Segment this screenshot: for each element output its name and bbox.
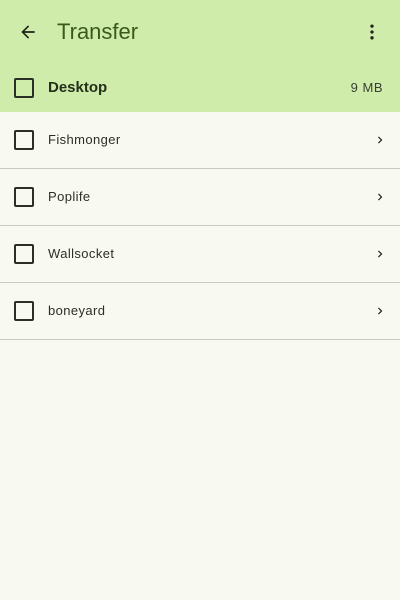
list-item-label: boneyard [48, 303, 106, 318]
list-item[interactable]: Poplife [0, 169, 400, 226]
back-button[interactable] [12, 16, 44, 48]
list-item-checkbox[interactable] [14, 187, 34, 207]
list-item[interactable]: Fishmonger [0, 112, 400, 169]
list-item-label: Fishmonger [48, 132, 121, 147]
folder-size: 9 MB [350, 80, 383, 95]
chevron-right-icon[interactable] [370, 130, 390, 150]
folder-header-row: Desktop 9 MB [0, 64, 400, 112]
more-vertical-icon [362, 22, 382, 42]
folder-name: Desktop [48, 79, 108, 96]
overflow-menu-button[interactable] [356, 16, 388, 48]
arrow-back-icon [18, 22, 38, 42]
chevron-right-icon[interactable] [370, 244, 390, 264]
app-bar: Transfer [0, 0, 400, 64]
select-all-checkbox[interactable] [14, 78, 34, 98]
transfer-screen: Transfer Desktop 9 MB Fishmonger Poplife… [0, 0, 400, 600]
list-item-checkbox[interactable] [14, 301, 34, 321]
list-item[interactable]: boneyard [0, 283, 400, 340]
chevron-right-icon[interactable] [370, 301, 390, 321]
folder-list: Fishmonger Poplife Wallsocket boneyard [0, 112, 400, 340]
list-item[interactable]: Wallsocket [0, 226, 400, 283]
list-item-checkbox[interactable] [14, 244, 34, 264]
list-item-label: Poplife [48, 189, 91, 204]
list-item-label: Wallsocket [48, 246, 115, 261]
page-title: Transfer [57, 19, 139, 44]
chevron-right-icon[interactable] [370, 187, 390, 207]
list-item-checkbox[interactable] [14, 130, 34, 150]
